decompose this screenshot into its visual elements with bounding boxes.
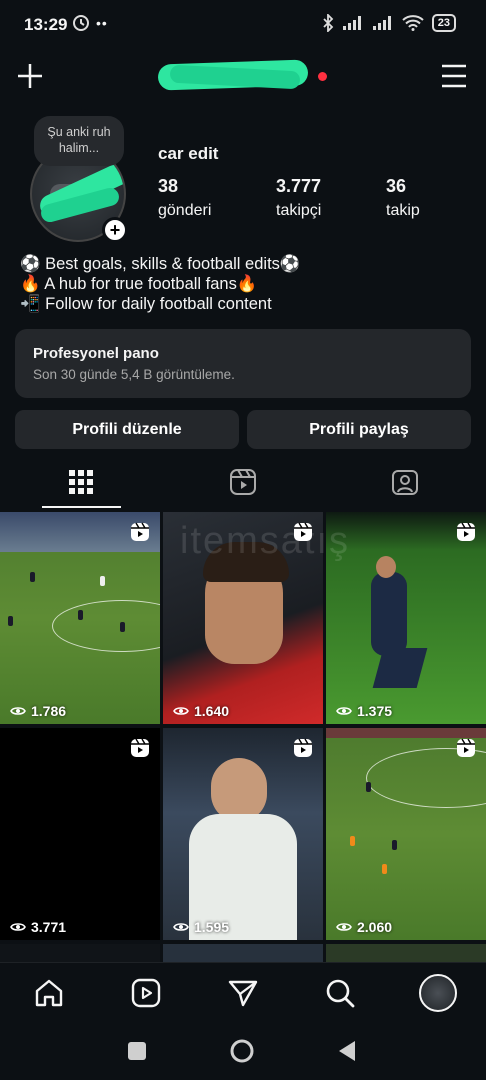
dashboard-subtitle: Son 30 günde 5,4 B görüntüleme.: [33, 367, 235, 382]
signal-2-icon: [372, 16, 391, 30]
edit-profile-button[interactable]: Profili düzenle: [15, 410, 239, 449]
tab-reels[interactable]: [162, 458, 324, 506]
posts-stat[interactable]: 38 gönderi: [158, 176, 211, 220]
send-icon[interactable]: [227, 977, 259, 1009]
system-navigation: [0, 1024, 486, 1080]
post-tile[interactable]: 3.771: [0, 728, 160, 940]
signal-icon: [342, 16, 361, 30]
add-story-icon[interactable]: +: [102, 217, 128, 243]
followers-stat[interactable]: 3.777 takipçi: [276, 176, 321, 220]
eye-icon: [10, 707, 26, 715]
bio-line: 📲 Follow for daily football content: [20, 295, 272, 313]
clock: 13:29: [24, 15, 68, 34]
dashboard-title: Profesyonel pano: [33, 345, 159, 362]
more-notifications-icon: ••: [96, 15, 108, 31]
reels-nav-icon[interactable]: [130, 977, 162, 1009]
sync-icon: [73, 15, 89, 31]
grid-icon: [69, 470, 93, 494]
reel-icon: [131, 522, 149, 541]
status-bar: 13:29 •• 23: [0, 0, 486, 50]
view-count: 1.595: [194, 919, 230, 935]
create-plus-icon[interactable]: [16, 62, 44, 90]
profile-top-bar: [0, 54, 486, 100]
post-tile[interactable]: 2.060: [326, 728, 486, 940]
bio-line: ⚽ Best goals, skills & football edits⚽: [20, 255, 301, 273]
post-tile[interactable]: [0, 944, 160, 962]
display-name: car edit: [158, 144, 219, 163]
view-count: 1.640: [194, 703, 230, 719]
professional-dashboard[interactable]: Profesyonel pano Son 30 günde 5,4 B görü…: [15, 329, 471, 398]
reel-icon: [294, 738, 312, 757]
search-icon[interactable]: [324, 977, 356, 1009]
notification-dot: [318, 72, 327, 81]
view-count: 1.786: [31, 703, 67, 719]
eye-icon: [336, 707, 352, 715]
menu-icon[interactable]: [440, 63, 468, 89]
back-icon[interactable]: [337, 1040, 357, 1062]
home-icon[interactable]: [33, 977, 65, 1009]
reel-icon: [131, 738, 149, 757]
wifi-icon: [402, 15, 424, 31]
reel-icon: [457, 738, 475, 757]
bio-line: 🔥 A hub for true football fans🔥: [20, 275, 258, 293]
watermark: itemsatış: [180, 520, 351, 562]
eye-icon: [336, 923, 352, 931]
recent-apps-icon[interactable]: [127, 1041, 147, 1061]
eye-icon: [173, 923, 189, 931]
posts-grid: 1.786 1.640 1.375 3.771 1.595 2.060: [0, 512, 486, 962]
view-count: 1.375: [357, 703, 393, 719]
note-bubble[interactable]: Şu anki ruh halim...: [34, 116, 124, 166]
reels-icon: [230, 469, 256, 495]
tagged-icon: [392, 470, 418, 495]
active-tab-indicator: [42, 506, 121, 508]
bio: ⚽ Best goals, skills & football edits⚽ 🔥…: [20, 254, 300, 314]
battery-indicator: 23: [431, 14, 456, 32]
post-tile[interactable]: 1.595: [163, 728, 323, 940]
home-button-icon[interactable]: [229, 1038, 255, 1064]
profile-nav-avatar[interactable]: [419, 974, 457, 1012]
tab-posts-grid[interactable]: [0, 458, 162, 506]
reel-icon: [457, 522, 475, 541]
bottom-navigation: [0, 962, 486, 1024]
post-tile[interactable]: 1.786: [0, 512, 160, 724]
following-stat[interactable]: 36 takip: [386, 176, 420, 220]
eye-icon: [10, 923, 26, 931]
share-profile-button[interactable]: Profili paylaş: [247, 410, 471, 449]
post-tile[interactable]: [163, 944, 323, 962]
tab-tagged[interactable]: [324, 458, 486, 506]
view-count: 3.771: [31, 919, 67, 935]
post-tile[interactable]: [326, 944, 486, 962]
view-count: 2.060: [357, 919, 393, 935]
bluetooth-icon: [323, 14, 334, 32]
eye-icon: [173, 707, 189, 715]
